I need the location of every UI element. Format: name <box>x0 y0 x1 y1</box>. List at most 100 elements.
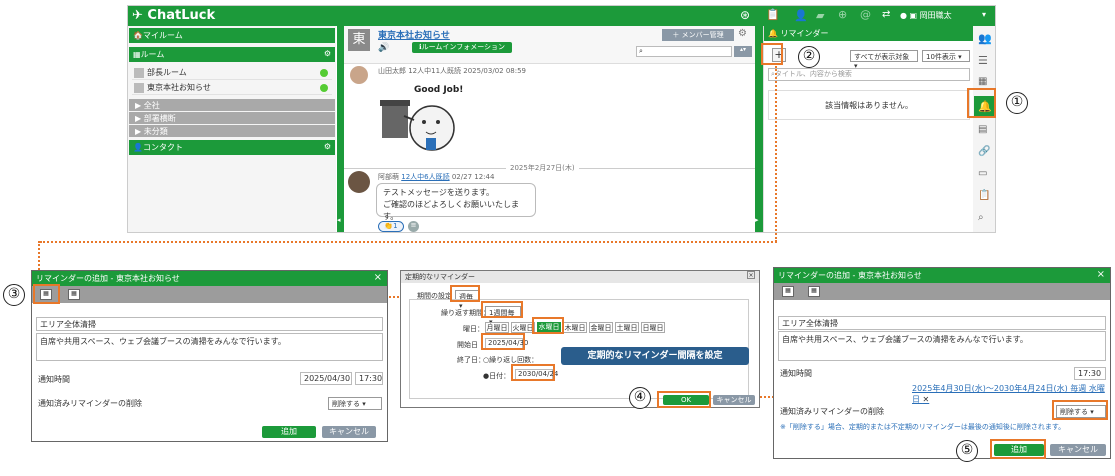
notify-time-input[interactable]: 17:30 <box>355 372 383 385</box>
contacts-header-icon[interactable]: 👤 <box>794 9 808 22</box>
highlight-ok-button <box>657 391 711 408</box>
connector-line <box>775 66 777 242</box>
reminder-panel-header: 🔔 リマインダー <box>764 26 974 41</box>
highlight-add-button <box>761 43 783 65</box>
weekday-thu[interactable]: 木曜日 <box>563 322 587 333</box>
highlight-delete-select <box>1052 400 1108 420</box>
highlight-repeat-select <box>481 301 523 318</box>
room-info-button[interactable]: ℹルームインフォメーション <box>412 42 512 53</box>
reaction-badge[interactable]: 👏1 <box>378 221 404 232</box>
member-button[interactable]: ＋ メンバー管理 <box>662 29 734 41</box>
dialog-toolbar: ▦ ▦ <box>774 283 1110 300</box>
weekday-sun[interactable]: 日曜日 <box>641 322 665 333</box>
message-avatar <box>350 66 368 84</box>
step-4-marker: ④ <box>629 387 651 409</box>
step-5-marker: ⑤ <box>956 440 978 462</box>
room-title[interactable]: 東京本社お知らせ <box>378 28 450 41</box>
cancel-button[interactable]: キャンセル <box>1050 444 1106 456</box>
attachment-icon[interactable]: 🔗 <box>978 146 990 157</box>
globe-icon[interactable]: ⊕ <box>838 8 847 21</box>
weekday-sat[interactable]: 土曜日 <box>615 322 639 333</box>
collapse-left-handle[interactable]: ◂ <box>337 26 344 232</box>
highlight-wednesday <box>532 317 564 334</box>
end-date-option[interactable]: ●日付： <box>483 371 510 381</box>
sidebar-contacts[interactable]: 👤コンタクト ⚙ <box>129 140 335 155</box>
scroll-buttons[interactable]: ▴▾ <box>734 46 752 57</box>
close-icon[interactable]: × <box>747 271 755 279</box>
weekday-mon[interactable]: 月曜日 <box>485 322 509 333</box>
gear-icon[interactable]: ⚙ <box>324 142 331 151</box>
calendar-icon[interactable]: ▦ <box>978 76 987 87</box>
online-dot-icon <box>320 69 328 77</box>
connector-line <box>40 241 777 243</box>
start-date-label: 開始日 <box>457 341 478 349</box>
highlight-bell <box>967 88 996 118</box>
irregular-calendar-icon[interactable]: ▦ <box>68 289 80 300</box>
close-icon[interactable]: × <box>374 272 382 283</box>
chevron-down-icon[interactable]: ▾ <box>982 10 986 19</box>
list-icon[interactable]: ☰ <box>978 54 988 67</box>
chat-search-input[interactable]: ⌕ <box>636 46 732 57</box>
callout-box: 定期的なリマインダー間隔を設定 <box>561 347 749 365</box>
notify-date-input[interactable]: 2025/04/30 <box>300 372 352 385</box>
periodic-calendar-icon[interactable]: ▦ <box>782 286 794 297</box>
icon-rail: 👥 ☰ ▦ 🔔 ▤ 🔗 ▭ 📋 ⌕ <box>973 26 995 232</box>
add-button[interactable]: 追加 <box>262 426 316 438</box>
reminder-empty-message: 該当情報はありません。 <box>768 90 970 120</box>
irregular-calendar-icon[interactable]: ▦ <box>808 286 820 297</box>
speaker-icon[interactable]: 🔊 <box>378 43 389 53</box>
switch-icon[interactable]: ⇄ <box>882 9 890 20</box>
close-icon[interactable]: × <box>1097 269 1105 280</box>
cancel-button[interactable]: キャンセル <box>713 395 755 405</box>
chatluck-logo: ✈ ChatLuck <box>132 8 216 23</box>
clipboard-icon[interactable]: 📋 <box>978 190 990 201</box>
app-window: ✈ ChatLuck ⊛ 📋 👤 ▰ ⊕ @ ⇄ ● ▣ 岡田職太 ▾ 🏠マイル… <box>127 5 996 233</box>
reminder-search-input[interactable]: ⌕タイトル、内容から検索 <box>768 68 970 81</box>
user-menu[interactable]: ● ▣ 岡田職太 <box>900 10 952 21</box>
weekday-fri[interactable]: 金曜日 <box>589 322 613 333</box>
reminder-subject-input[interactable]: エリア全体清掃 <box>778 316 1106 330</box>
sidebar-my-room[interactable]: 🏠マイルーム <box>129 28 335 43</box>
end-date-label: 終了日： <box>457 356 485 364</box>
notify-time-label: 通知時間 <box>38 375 70 384</box>
highlight-add-button <box>990 439 1046 459</box>
add-reminder-dialog: リマインダーの追加 - 東京本社お知らせ × ▦ ▦ エリア全体清掃 自席や共用… <box>31 270 388 442</box>
tasks-icon[interactable]: ▤ <box>978 124 987 135</box>
reminder-subject-input[interactable]: エリア全体清掃 <box>36 317 383 331</box>
sidebar-room-item[interactable]: 部長ルーム <box>132 66 332 80</box>
sidebar-group[interactable]: ▶ 部署横断 <box>129 112 335 124</box>
per-page-select[interactable]: 10件表示 ▾ <box>922 50 970 62</box>
contacts-icon[interactable]: 👥 <box>978 32 992 45</box>
delete-label: 通知済みリマインダーの削除 <box>38 399 142 408</box>
at-icon[interactable]: @ <box>860 8 871 21</box>
online-dot-icon <box>320 84 328 92</box>
clipboard-icon[interactable]: 📋 <box>766 8 780 21</box>
sidebar-group[interactable]: ▶ 未分類 <box>129 125 335 137</box>
add-reaction-icon[interactable]: ≡ <box>408 221 419 232</box>
search-icon[interactable]: ⌕ <box>978 212 984 223</box>
sidebar-group[interactable]: ▶ 全社 <box>129 99 335 111</box>
app-header: ✈ ChatLuck ⊛ 📋 👤 ▰ ⊕ @ ⇄ ● ▣ 岡田職太 ▾ <box>128 6 995 26</box>
search-top-icon[interactable]: ⊛ <box>740 8 750 22</box>
reminder-body-input[interactable]: 自席や共用スペース、ウェブ会議ブースの清掃をみんなで行います。 <box>778 331 1106 361</box>
sidebar-rooms-header[interactable]: ▦ルーム ⚙ <box>129 47 335 62</box>
room-header: 東 東京本社お知らせ 🔊 ℹルームインフォメーション ＋ メンバー管理 ⚙ ⌕ … <box>344 26 755 64</box>
chat-area: 東 東京本社お知らせ 🔊 ℹルームインフォメーション ＋ メンバー管理 ⚙ ⌕ … <box>344 26 755 232</box>
reminder-body-input[interactable]: 自席や共用スペース、ウェブ会議ブースの清掃をみんなで行います。 <box>36 333 383 361</box>
gear-icon[interactable]: ⚙ <box>324 49 331 58</box>
sidebar-room-item[interactable]: 東京本社お知らせ <box>132 81 332 95</box>
message-bubble: テストメッセージを送ります。 ご確認のほどよろしくお願いいたします。 <box>376 183 536 221</box>
dialog-toolbar: ▦ ▦ <box>32 286 387 303</box>
sticker-image: Good Job!! <box>374 76 468 156</box>
chat-header-icon[interactable]: ▰ <box>816 9 824 22</box>
message-icon[interactable]: ▭ <box>978 168 987 179</box>
dialog-title-bar: リマインダーの追加 - 東京本社お知らせ × <box>774 268 1110 283</box>
gear-icon[interactable]: ⚙ <box>738 28 747 39</box>
delete-select[interactable]: 削除する ▾ <box>328 397 382 410</box>
filter-select[interactable]: すべてが表示対象 ▾ <box>850 50 918 70</box>
notify-time-input[interactable]: 17:30 <box>1074 367 1106 380</box>
sticker-caption: Good Job!! <box>414 85 464 95</box>
message-meta: 阿部萌 12人中6人既読 02/27 12:44 <box>378 173 495 181</box>
cancel-button[interactable]: キャンセル <box>322 426 376 438</box>
notify-time-label: 通知時間 <box>780 369 812 378</box>
